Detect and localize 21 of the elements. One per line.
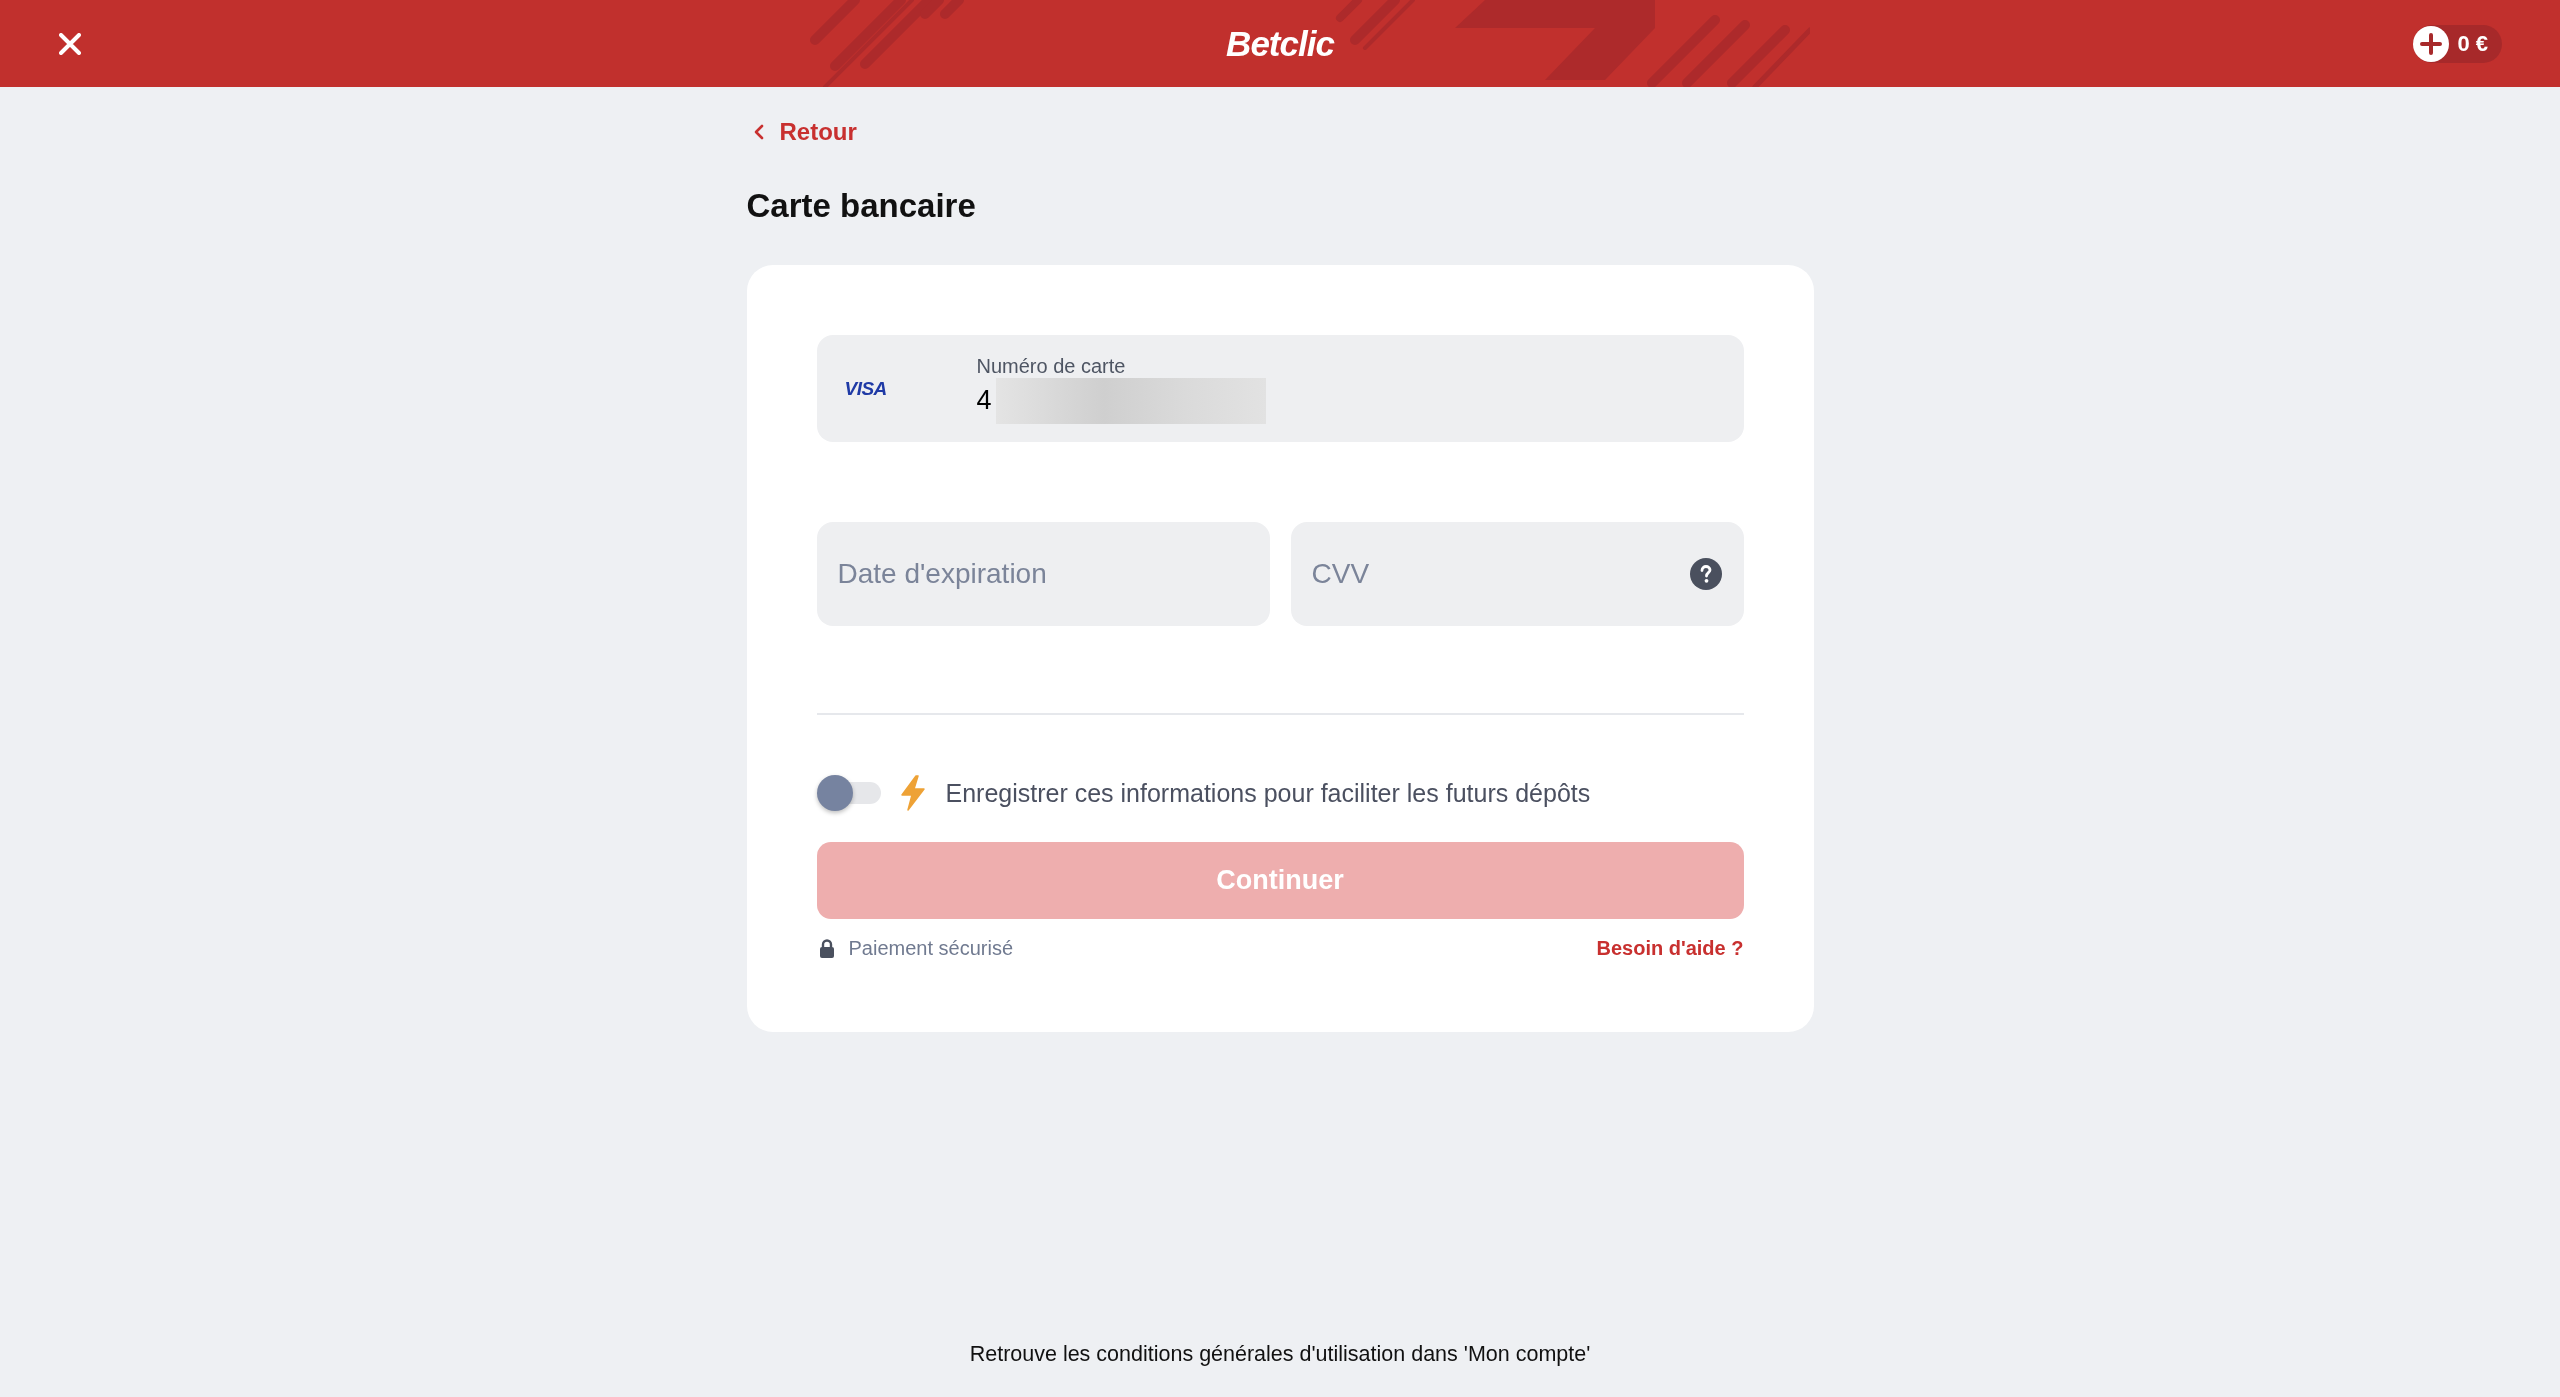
card-brand-logo: VISA bbox=[844, 379, 887, 398]
cvv-field[interactable]: CVV bbox=[1290, 522, 1744, 626]
chevron-left-icon bbox=[753, 124, 764, 140]
lock-icon bbox=[818, 938, 835, 958]
secure-payment-note: Paiement sécurisé bbox=[848, 936, 1014, 960]
help-link[interactable]: Besoin d'aide ? bbox=[1596, 936, 1744, 960]
card-number-value: 4 bbox=[976, 387, 992, 414]
page-title: Carte bancaire bbox=[746, 186, 976, 226]
card-number-field[interactable]: VISA Numéro de carte 4 bbox=[816, 335, 1744, 442]
balance-button[interactable]: 0 € bbox=[2413, 24, 2502, 63]
brand-logo: Betclic bbox=[1226, 26, 1334, 61]
field-label: Numéro de carte bbox=[976, 353, 1126, 378]
toggle-switch[interactable] bbox=[816, 775, 881, 811]
back-link[interactable]: Retour bbox=[753, 118, 857, 146]
expiry-date-field[interactable]: Date d'expiration bbox=[816, 522, 1270, 626]
save-info-label: Enregistrer ces informations pour faciliter les futurs dépôts bbox=[945, 779, 1591, 807]
close-icon bbox=[59, 32, 81, 55]
lightning-icon bbox=[898, 775, 927, 811]
terms-note: Retrouve les conditions générales d'utilisation dans 'Mon compte' bbox=[969, 1341, 1591, 1367]
plus-circle-icon bbox=[2413, 25, 2450, 62]
help-icon[interactable] bbox=[1689, 558, 1722, 590]
